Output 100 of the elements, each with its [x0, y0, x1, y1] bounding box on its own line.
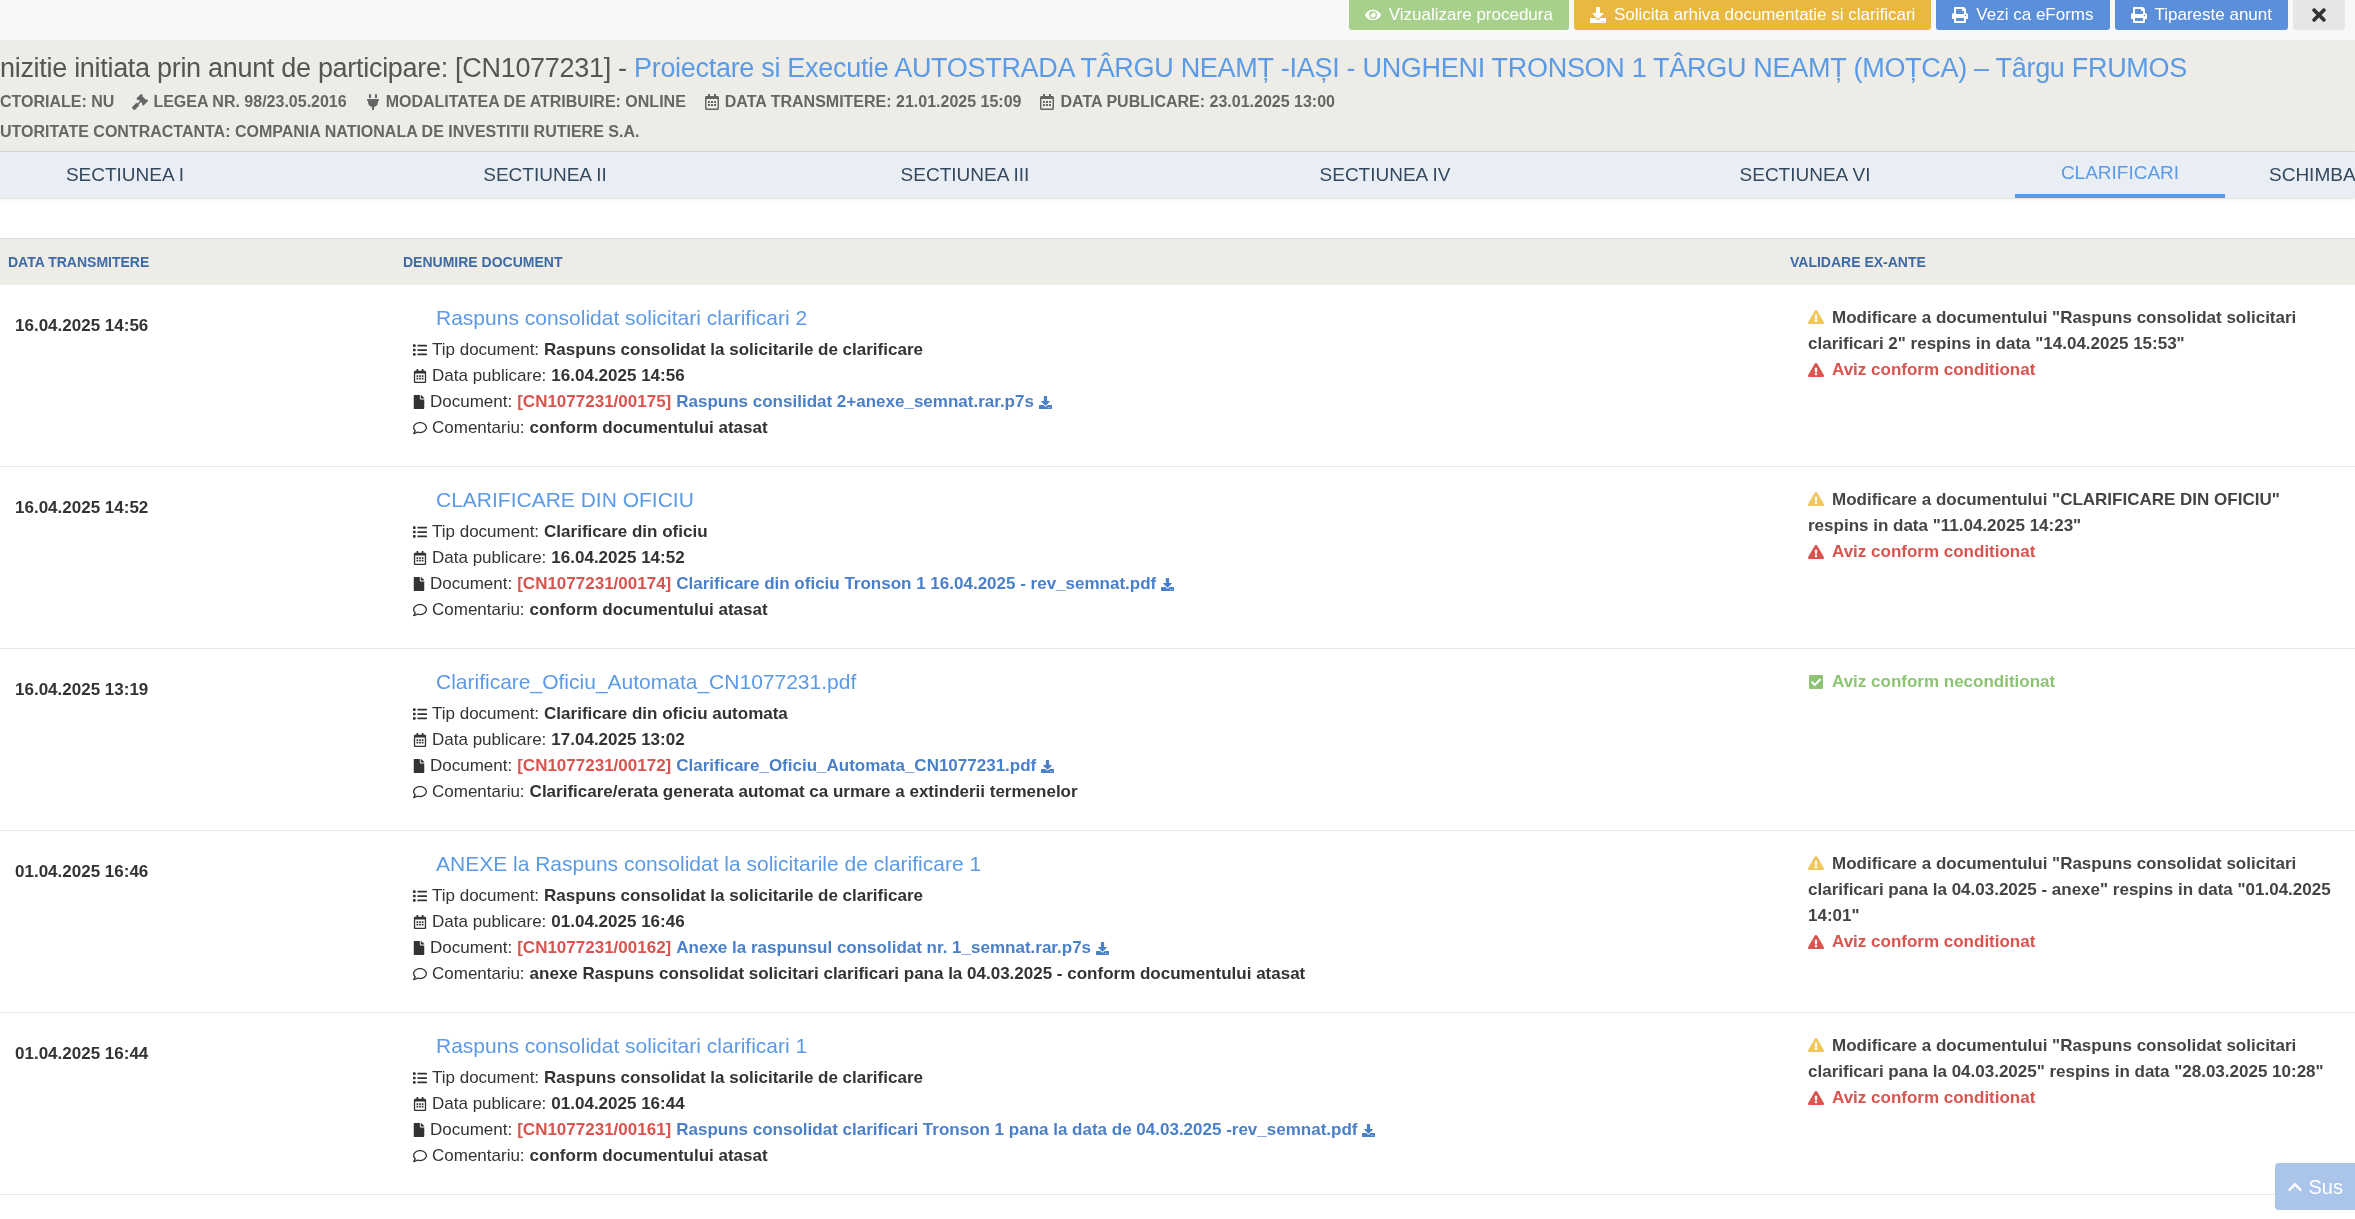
- section-tab[interactable]: SECTIUNEA IV: [1175, 152, 1595, 198]
- publish-date: 01.04.2025 16:46: [551, 911, 685, 933]
- transmission-date: 01.04.2025 16:46: [15, 862, 149, 881]
- section-tab[interactable]: CLARIFICARI: [2015, 152, 2225, 198]
- section-tab[interactable]: SECTIUNEA III: [755, 152, 1175, 198]
- procedure-meta: DATA PUBLICARE: 23.01.2025 13:00: [1060, 92, 1335, 112]
- scroll-top-button[interactable]: Sus: [2274, 1163, 2355, 1210]
- comment-text: anexe Raspuns consolidat solicitari clarificari pana la 04.03.2025 - conform documentului atasat: [529, 963, 1306, 985]
- document-type-label: Tip document:: [432, 521, 540, 543]
- transmission-date: 16.04.2025 13:19: [15, 680, 149, 699]
- comment-label: Comentariu:: [432, 417, 525, 439]
- document-link[interactable]: Raspuns consilidat 2+anexe_semnat.rar.p7s: [676, 389, 1034, 415]
- transmission-date: 01.04.2025 16:44: [15, 1044, 149, 1063]
- list-icon: [413, 889, 427, 903]
- comment-icon: [413, 1149, 427, 1163]
- document-code: [CN1077231/00161]: [517, 1119, 672, 1141]
- section-tab[interactable]: SCHIMBA: [2225, 152, 2355, 198]
- document-label: Document:: [430, 391, 513, 413]
- document-code: [CN1077231/00172]: [517, 755, 672, 777]
- document-label: Document:: [430, 1119, 513, 1141]
- printer-icon: [1952, 7, 1969, 23]
- comment-icon: [413, 421, 427, 435]
- close-icon: [2309, 5, 2329, 25]
- download-icon[interactable]: [1161, 577, 1175, 591]
- document-type: Raspuns consolidat la solicitarile de clarificare: [544, 1067, 923, 1089]
- comment-icon: [413, 603, 427, 617]
- list-icon: [413, 1071, 427, 1085]
- download-icon[interactable]: [1096, 941, 1110, 955]
- validation-status: Aviz conform conditionat: [1832, 541, 2036, 563]
- calendar-icon: [413, 551, 427, 565]
- list-icon: [413, 707, 427, 721]
- section-tab[interactable]: SECTIUNEA VI: [1595, 152, 2015, 198]
- document-title-link[interactable]: Raspuns consolidat solicitari clarificari 1: [436, 1034, 808, 1057]
- calendar-icon: [703, 94, 720, 110]
- contracting-authority: UTORITATE CONTRACTANTA: COMPANIA NATIONALA DE INVESTITII RUTIERE S.A.: [0, 122, 641, 142]
- toolbar-button[interactable]: Vezi ca eForms: [1936, 0, 2110, 30]
- document-title-link[interactable]: Raspuns consolidat solicitari clarificari 2: [436, 306, 808, 329]
- document-link[interactable]: Anexe la raspunsul consolidat nr. 1_semnat.rar.p7s: [676, 935, 1092, 961]
- toolbar-button[interactable]: Vizualizare procedura: [1348, 0, 1569, 30]
- file-icon: [413, 941, 425, 955]
- document-label: Document:: [430, 573, 513, 595]
- toolbar-button[interactable]: Tipareste anunt: [2114, 0, 2288, 30]
- publish-date: 16.04.2025 14:56: [551, 365, 685, 387]
- publish-date-label: Data publicare:: [432, 1093, 547, 1115]
- procedure-meta: CTORIALE: NU: [0, 92, 115, 112]
- comment-label: Comentariu:: [432, 963, 525, 985]
- document-link[interactable]: Clarificare_Oficiu_Automata_CN1077231.pdf: [676, 753, 1037, 779]
- section-tab[interactable]: SECTIUNEA II: [335, 152, 755, 198]
- file-icon: [413, 1123, 425, 1137]
- procedure-link[interactable]: Proiectare si Executie AUTOSTRADA TÂRGU NEAMȚ -IAȘI - UNGHENI TRONSON 1 TÂRGU NEAMȚ (MOȚCA) – Târgu FRUMOS: [634, 53, 2187, 83]
- column-header: VALIDARE EX-ANTE: [1790, 253, 1926, 270]
- validation-note: Modificare a documentului "CLARIFICARE DIN OFICIU" respins in data "11.04.2025 14:23": [1808, 490, 2280, 535]
- plug-icon: [364, 94, 381, 110]
- document-code: [CN1077231/00175]: [517, 391, 672, 413]
- document-type-label: Tip document:: [432, 885, 540, 907]
- publish-date-label: Data publicare:: [432, 365, 547, 387]
- document-label: Document:: [430, 937, 513, 959]
- document-type: Raspuns consolidat la solicitarile de clarificare: [544, 885, 923, 907]
- validation-note: Modificare a documentului "Raspuns consolidat solicitari clarificari pana la 04.03.2025" respins in data "28.03.2025 10:28": [1808, 1036, 2324, 1081]
- download-icon[interactable]: [1041, 759, 1055, 773]
- document-code: [CN1077231/00174]: [517, 573, 672, 595]
- comment-text: Clarificare/erata generata automat ca urmare a extinderii termenelor: [529, 781, 1078, 803]
- validation-note: Modificare a documentului "Raspuns consolidat solicitari clarificari 2" respins in data "14.04.2025 15:53": [1808, 308, 2297, 353]
- comment-label: Comentariu:: [432, 781, 525, 803]
- publish-date: 01.04.2025 16:44: [551, 1093, 685, 1115]
- publish-date-label: Data publicare:: [432, 911, 547, 933]
- calendar-icon: [413, 1097, 427, 1111]
- calendar-icon: [413, 369, 427, 383]
- procedure-meta: MODALITATEA DE ATRIBUIRE: ONLINE: [385, 92, 686, 112]
- procedure-meta: DATA TRANSMITERE: 21.01.2025 15:09: [724, 92, 1022, 112]
- publish-date: 17.04.2025 13:02: [551, 729, 685, 751]
- document-type-label: Tip document:: [432, 1067, 540, 1089]
- publish-date-label: Data publicare:: [432, 547, 547, 569]
- document-type: Clarificare din oficiu automata: [544, 703, 788, 725]
- validation-status: Aviz conform neconditionat: [1832, 671, 2056, 693]
- calendar-icon: [413, 915, 427, 929]
- comment-text: conform documentului atasat: [529, 599, 768, 621]
- transmission-date: 16.04.2025 14:52: [15, 498, 149, 517]
- download-icon[interactable]: [1362, 1123, 1376, 1137]
- comment-text: conform documentului atasat: [529, 1145, 768, 1167]
- document-title-link[interactable]: CLARIFICARE DIN OFICIU: [436, 488, 694, 511]
- download-icon: [1589, 7, 1606, 23]
- validation-status: Aviz conform conditionat: [1832, 359, 2036, 381]
- document-link[interactable]: Clarificare din oficiu Tronson 1 16.04.2025 - rev_semnat.pdf: [676, 571, 1157, 597]
- document-title-link[interactable]: ANEXE la Raspuns consolidat la solicitarile de clarificare 1: [436, 852, 982, 875]
- publish-date: 16.04.2025 14:52: [551, 547, 685, 569]
- document-title-link[interactable]: Clarificare_Oficiu_Automata_CN1077231.pdf: [436, 670, 857, 693]
- file-icon: [413, 759, 425, 773]
- comment-icon: [413, 785, 427, 799]
- toolbar-button[interactable]: Solicita arhiva documentatie si clarificari: [1573, 0, 1932, 30]
- close-button[interactable]: [2293, 0, 2345, 30]
- document-code: [CN1077231/00162]: [517, 937, 672, 959]
- document-link[interactable]: Raspuns consolidat clarificari Tronson 1 pana la data de 04.03.2025 -rev_semnat.pdf: [676, 1117, 1358, 1143]
- comment-text: conform documentului atasat: [529, 417, 768, 439]
- download-icon[interactable]: [1038, 395, 1052, 409]
- column-header: DENUMIRE DOCUMENT: [403, 253, 563, 270]
- printer-icon: [2130, 7, 2147, 23]
- comment-icon: [413, 967, 427, 981]
- section-tab[interactable]: SECTIUNEA I: [0, 152, 335, 198]
- calendar-icon: [413, 733, 427, 747]
